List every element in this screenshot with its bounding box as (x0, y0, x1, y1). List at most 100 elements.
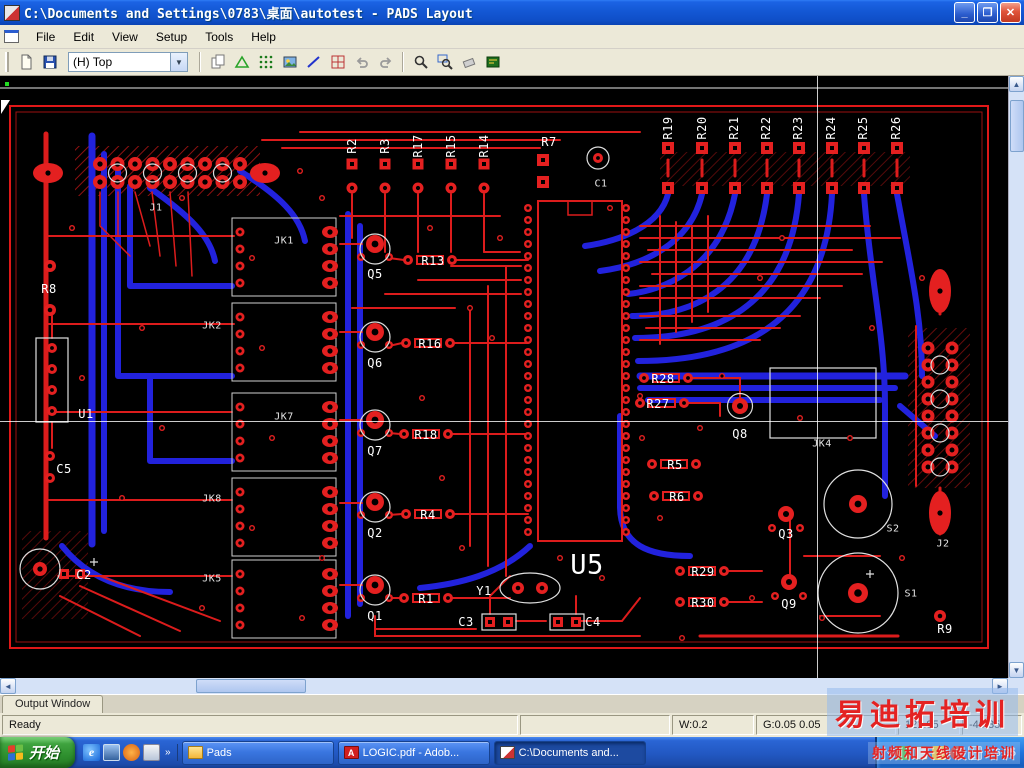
app-icon (4, 5, 20, 21)
vertical-scroll-thumb[interactable] (1010, 100, 1024, 152)
layer-combo[interactable]: (H) Top ▼ (68, 52, 188, 72)
toolbar-grip[interactable] (5, 52, 9, 72)
component-label-q2: Q2 (367, 526, 382, 540)
component-label-r19: R19 (661, 116, 675, 139)
horizontal-scroll-thumb[interactable] (196, 679, 306, 693)
component-label-r27: R27 (646, 397, 669, 411)
component-label-q8: Q8 (732, 427, 747, 441)
show-desktop-icon[interactable] (103, 744, 120, 761)
watermark-title: 易迪拓培训 (827, 688, 1018, 736)
component-label-c2: C2 (76, 568, 91, 582)
chevron-down-icon[interactable]: ▼ (170, 53, 187, 71)
taskbar-item-pads-folder[interactable]: Pads (182, 741, 334, 765)
component-label-r13: R13 (421, 254, 444, 268)
menu-view[interactable]: View (103, 27, 147, 47)
component-label-r30: R30 (691, 596, 714, 610)
component-label-r9: R9 (937, 622, 952, 636)
crosshair-vertical (817, 76, 818, 678)
redo-button[interactable] (374, 51, 397, 73)
taskbar-item-logic-pdf[interactable]: A LOGIC.pdf - Adob... (338, 741, 490, 765)
zoom-window-button[interactable] (433, 51, 456, 73)
toolbar-separator (402, 52, 404, 72)
component-label-q1: Q1 (367, 609, 382, 623)
windows-logo-icon (8, 744, 24, 761)
component-label-r1: R1 (418, 592, 433, 606)
status-blank (520, 715, 670, 735)
pcb-canvas[interactable]: R2R3R17R15R14R7C1R19R20R21R22R23R24R25R2… (0, 76, 1008, 678)
vertical-scroll-track[interactable] (1009, 92, 1024, 662)
taskbar-item-pads-layout[interactable]: C:\Documents and... (494, 741, 646, 765)
component-label-r21: R21 (727, 116, 741, 139)
layer-combo-value: (H) Top (73, 55, 170, 69)
pcb-drawing (0, 76, 1008, 678)
minimize-button[interactable]: _ (954, 2, 975, 23)
menu-file[interactable]: File (27, 27, 64, 47)
window-title: C:\Documents and Settings\0783\桌面\autote… (24, 3, 954, 22)
component-label-r28: R28 (651, 372, 674, 386)
component-label-r3: R3 (378, 138, 392, 153)
document-icon[interactable] (4, 30, 19, 43)
component-label-jk8: JK8 (202, 494, 222, 505)
status-ready: Ready (2, 715, 518, 735)
component-label-s2: S2 (886, 524, 899, 535)
folder-icon (188, 746, 203, 759)
vertical-scrollbar[interactable]: ▲ ▼ (1008, 76, 1024, 678)
component-label-r24: R24 (824, 116, 838, 139)
menu-tools[interactable]: Tools (196, 27, 242, 47)
crosshair-horizontal (0, 421, 1008, 422)
component-label-r16: R16 (418, 337, 441, 351)
scroll-left-arrow[interactable]: ◄ (0, 678, 16, 694)
new-button[interactable] (14, 51, 37, 73)
component-label-u1: U1 (78, 407, 93, 421)
component-label-q7: Q7 (367, 444, 382, 458)
maximize-button[interactable]: ❐ (977, 2, 998, 23)
component-label-c3: C3 (458, 615, 473, 629)
component-label-jk2: JK2 (202, 321, 222, 332)
zoom-button[interactable] (409, 51, 432, 73)
component-label-r5: R5 (667, 458, 682, 472)
component-label-r26: R26 (889, 116, 903, 139)
component-label-jk5: JK5 (202, 574, 222, 585)
mail-icon[interactable] (143, 744, 160, 761)
pads-layout-window: C:\Documents and Settings\0783\桌面\autote… (0, 0, 1024, 768)
grid-dots-button[interactable] (254, 51, 277, 73)
menu-edit[interactable]: Edit (64, 27, 103, 47)
component-label-jk7: JK7 (274, 412, 294, 423)
line-width-button[interactable] (302, 51, 325, 73)
quick-launch-overflow-chevron[interactable]: » (163, 747, 173, 758)
component-label-r20: R20 (695, 116, 709, 139)
close-button[interactable]: ✕ (1000, 2, 1021, 23)
component-label-r23: R23 (791, 116, 805, 139)
component-label-c4: C4 (585, 615, 600, 629)
menu-setup[interactable]: Setup (147, 27, 196, 47)
photo-plot-button[interactable] (278, 51, 301, 73)
hatch-button[interactable] (326, 51, 349, 73)
component-label-y1: Y1 (476, 584, 491, 598)
component-label-r15: R15 (444, 134, 458, 157)
workspace: R2R3R17R15R14R7C1R19R20R21R22R23R24R25R2… (0, 76, 1024, 678)
quick-launch: e » (79, 744, 178, 761)
component-label-r7: R7 (541, 135, 556, 149)
component-label-r29: R29 (691, 565, 714, 579)
output-window-tab[interactable]: Output Window (2, 695, 103, 713)
undo-button[interactable] (350, 51, 373, 73)
component-label-j2: J2 (936, 539, 949, 550)
scroll-down-arrow[interactable]: ▼ (1009, 662, 1024, 678)
component-label-c5: C5 (56, 462, 71, 476)
internet-explorer-icon[interactable]: e (83, 744, 100, 761)
toolbar: (H) Top ▼ (0, 49, 1024, 76)
component-label-q9: Q9 (781, 597, 796, 611)
board-button[interactable] (481, 51, 504, 73)
sheets-button[interactable] (206, 51, 229, 73)
nets-button[interactable] (230, 51, 253, 73)
scroll-up-arrow[interactable]: ▲ (1009, 76, 1024, 92)
media-player-icon[interactable] (123, 744, 140, 761)
eraser-button[interactable] (457, 51, 480, 73)
component-label-r2: R2 (345, 138, 359, 153)
menu-help[interactable]: Help (242, 27, 285, 47)
component-label-jk4: JK4 (812, 439, 832, 450)
save-button[interactable] (38, 51, 61, 73)
component-label-r18: R18 (414, 428, 437, 442)
component-label-r4: R4 (420, 508, 435, 522)
start-button[interactable]: 开始 (0, 737, 75, 768)
